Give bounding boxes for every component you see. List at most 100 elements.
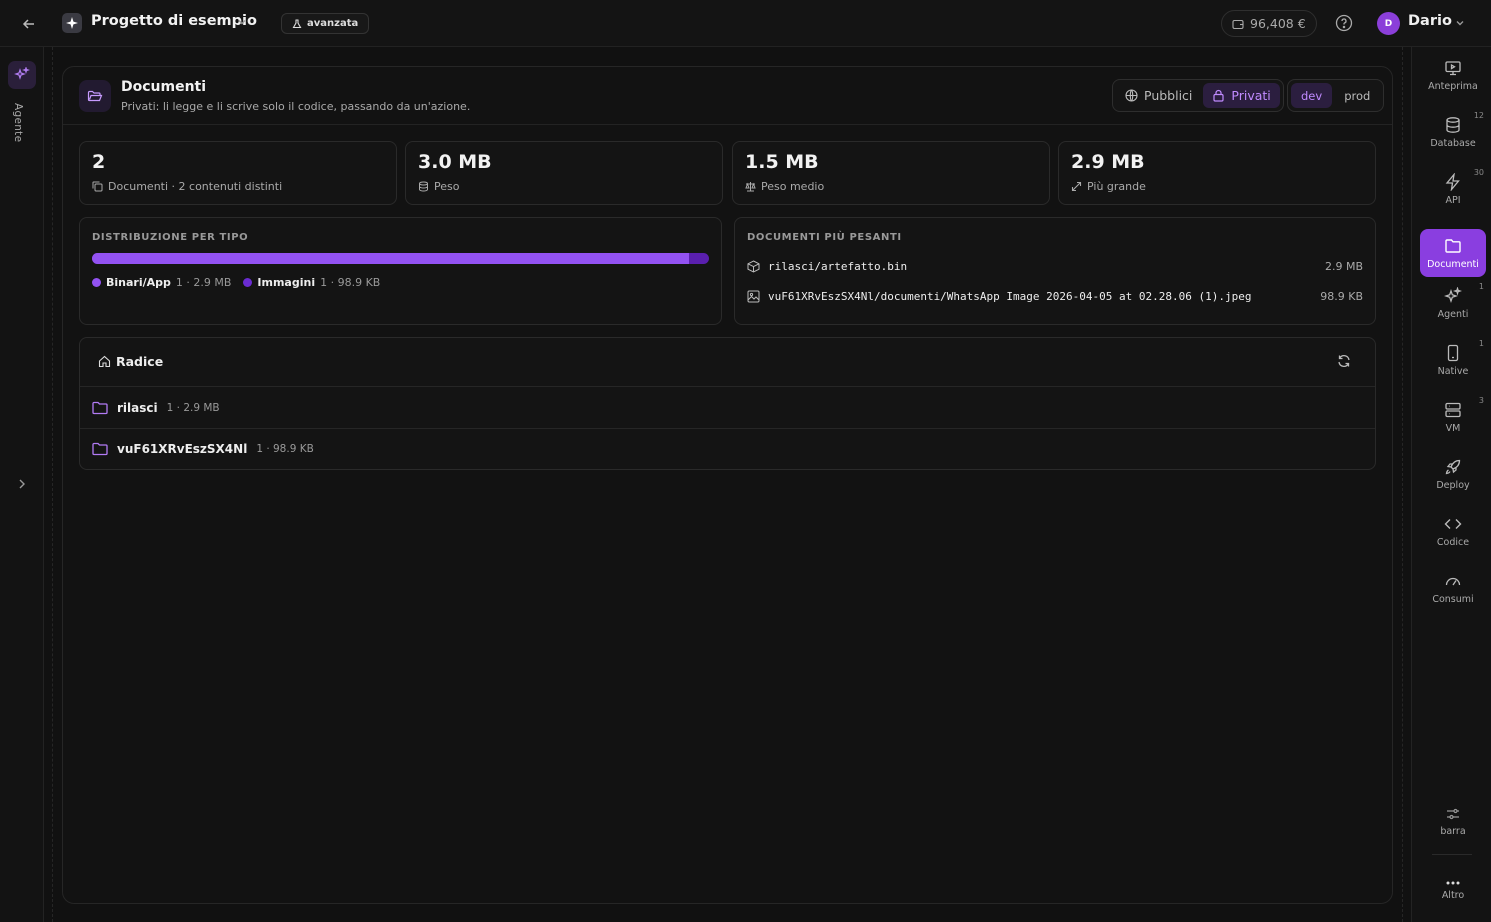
folder-row[interactable]: rilasci 1 · 2.9 MB [80,387,1375,428]
nav-count: 30 [1473,168,1484,177]
project-logo-icon [62,13,82,33]
documents-panel: Documenti Privati: li legge e li scrive … [62,66,1393,904]
nav-agenti[interactable]: 1 Agenti [1420,279,1486,327]
refresh-icon[interactable] [1337,354,1351,368]
database-icon [1444,116,1462,134]
nav-deploy[interactable]: Deploy [1420,450,1486,498]
wallet-icon [1232,18,1244,30]
stat-value: 3.0 MB [418,151,492,173]
chevron-right-icon[interactable] [15,477,29,491]
nav-vm[interactable]: 3 VM [1420,393,1486,441]
nav-label: Deploy [1436,479,1470,491]
stat-caption: Più grande [1087,180,1146,193]
nav-label: Documenti [1427,258,1479,270]
sparkles-icon[interactable] [8,61,36,89]
gauge-icon [1444,572,1462,590]
folder-open-icon [79,80,111,112]
chevron-down-icon[interactable] [1454,17,1466,29]
phone-icon [1444,344,1462,362]
nav-api[interactable]: 30 API [1420,165,1486,213]
legend-meta: 1 · 2.9 MB [175,276,232,289]
file-path: rilasci/artefatto.bin [768,259,908,273]
server-icon [1444,401,1462,419]
nav-label: Altro [1441,889,1465,901]
documents-header: Documenti Privati: li legge e li scrive … [79,79,1385,125]
stat-value: 2.9 MB [1071,151,1145,173]
nav-label: Codice [1436,536,1470,548]
folder-icon [92,442,108,456]
stat-value: 2 [92,151,106,173]
nav-altro[interactable]: Altro [1420,866,1486,914]
heaviest-title: DOCUMENTI PIÙ PESANTI [747,232,902,243]
nav-barra[interactable]: barra [1420,797,1486,845]
public-toggle-button[interactable]: Pubblici [1116,83,1201,108]
nav-label: VM [1445,422,1461,434]
nav-count: 1 [1478,339,1484,348]
credit-amount: 96,408 € [1250,16,1306,31]
grid-guide [52,47,53,922]
code-icon [1444,515,1462,533]
folder-meta: 1 · 2.9 MB [166,401,220,414]
env-prod-button[interactable]: prod [1334,83,1380,108]
page-subtitle: Privati: li legge e li scrive solo il co… [121,100,471,113]
user-name[interactable]: Dario [1408,13,1452,29]
legend-dot [92,278,101,287]
grid-guide [1402,47,1403,922]
file-size: 2.9 MB [1324,259,1363,273]
more-icon [1445,880,1461,886]
stat-card-count: 2 Documenti · 2 contenuti distinti [79,141,397,205]
mode-badge[interactable]: avanzata [281,13,370,34]
right-rail: Anteprima 12 Database 30 API Documenti 1… [1411,47,1491,922]
left-rail: Agente [0,47,44,922]
private-toggle-button[interactable]: Privati [1203,83,1280,108]
heavy-file-row[interactable]: rilasci/artefatto.bin 2.9 MB [747,256,1363,276]
nav-label: barra [1440,825,1466,837]
image-icon [747,290,760,303]
folder-row[interactable]: vuF61XRvEszSX4Nl 1 · 98.9 KB [80,428,1375,469]
mode-badge-label: avanzata [307,18,359,29]
legend-meta: 1 · 98.9 KB [320,276,381,289]
nav-database[interactable]: 12 Database [1420,108,1486,156]
chevron-down-icon[interactable] [236,16,248,28]
avatar[interactable]: D [1377,12,1400,35]
distribution-title: DISTRIBUZIONE PER TIPO [92,232,249,243]
stat-card-weight: 3.0 MB Peso [405,141,723,205]
stat-value: 1.5 MB [745,151,819,173]
rocket-icon [1444,458,1462,476]
tree-header: Radice [80,338,1375,387]
nav-documenti[interactable]: Documenti [1420,229,1486,277]
legend-name: Binari/App [106,276,171,289]
nav-codice[interactable]: Codice [1420,507,1486,555]
folder-meta: 1 · 98.9 KB [256,442,314,455]
nav-anteprima[interactable]: Anteprima [1420,51,1486,99]
legend-item: Immagini 1 · 98.9 KB [243,276,380,289]
page-title: Documenti [121,79,207,95]
lock-icon [1212,89,1225,102]
breadcrumb-root[interactable]: Radice [98,354,163,369]
back-arrow-icon[interactable] [18,13,40,35]
heaviest-files-card: DOCUMENTI PIÙ PESANTI rilasci/artefatto.… [734,217,1376,325]
folder-name: rilasci [117,400,158,415]
stat-caption: Documenti · 2 contenuti distinti [108,180,283,193]
package-icon [747,259,760,273]
home-icon [98,355,111,368]
help-icon[interactable] [1335,14,1353,32]
distribution-legend: Binari/App 1 · 2.9 MB Immagini 1 · 98.9 … [92,276,380,289]
nav-label: Agenti [1437,308,1469,320]
project-name[interactable]: Progetto di esempio [91,13,257,29]
expand-icon [1071,181,1082,192]
nav-native[interactable]: 1 Native [1420,336,1486,384]
sliders-icon [1445,806,1461,822]
legend-name: Immagini [257,276,316,289]
nav-count: 1 [1478,282,1484,291]
env-dev-button[interactable]: dev [1291,83,1333,108]
nav-label: Consumi [1432,593,1474,605]
nav-count: 3 [1478,396,1484,405]
folder-icon [1444,237,1462,255]
agent-tab-label[interactable]: Agente [12,103,24,142]
nav-consumi[interactable]: Consumi [1420,564,1486,612]
stat-caption-row: Peso [418,180,459,193]
credit-balance[interactable]: 96,408 € [1221,10,1317,37]
distribution-bar-binari [92,253,690,264]
heavy-file-row[interactable]: vuF61XRvEszSX4Nl/documenti/WhatsApp Imag… [747,286,1363,306]
